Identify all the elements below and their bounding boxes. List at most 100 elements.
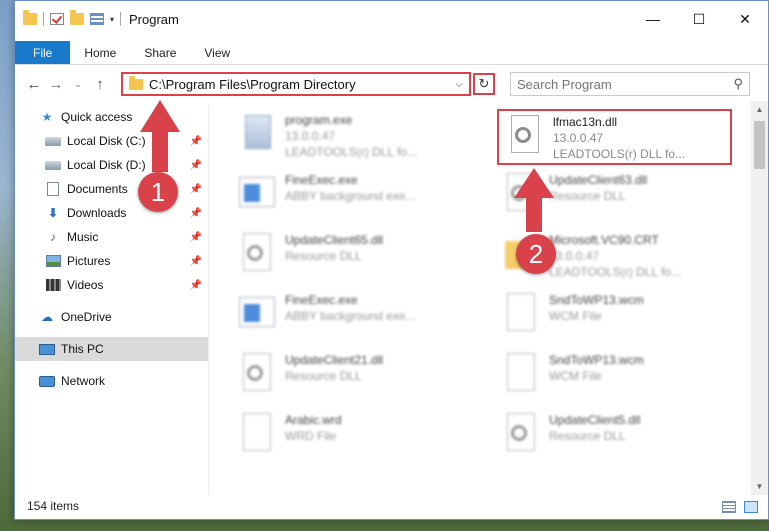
disk-icon — [45, 134, 61, 148]
search-box[interactable]: ⚲ — [510, 72, 750, 96]
file-name: Microsoft.VC90.CRT — [549, 233, 659, 247]
sidebar-item-label: Quick access — [61, 110, 133, 124]
details-view-icon[interactable] — [722, 501, 736, 513]
file-item[interactable]: UpdateClient63.dll Resource DLL — [495, 167, 735, 223]
sidebar-item-pictures[interactable]: Pictures 📌 — [15, 249, 208, 273]
cloud-icon: ☁ — [41, 310, 53, 324]
file-item[interactable]: Arabic.wrd WRD File — [231, 407, 471, 463]
explorer-window: ▾ Program — ☐ ✕ File Home Share View ← →… — [14, 0, 769, 520]
chevron-down-icon[interactable]: ⌵ — [455, 79, 463, 90]
search-icon[interactable]: ⚲ — [733, 76, 743, 92]
sidebar-item-label: Videos — [67, 278, 104, 292]
file-name: program.exe — [285, 113, 353, 127]
generic-file-icon — [501, 351, 541, 397]
search-input[interactable] — [517, 74, 717, 94]
pin-icon[interactable]: 📌 — [190, 256, 202, 267]
sidebar-item-local-disk-c[interactable]: Local Disk (C:) 📌 — [15, 129, 208, 153]
pin-icon[interactable]: 📌 — [190, 160, 202, 171]
separator — [120, 12, 122, 26]
file-item[interactable]: UpdateClient5.dll Resource DLL — [495, 407, 735, 463]
sidebar-item-local-disk-d[interactable]: Local Disk (D:) 📌 — [15, 153, 208, 177]
file-version: 13.0.0.47 — [553, 131, 604, 145]
file-item[interactable]: UpdateClient65.dll Resource DLL — [231, 227, 471, 283]
file-item[interactable]: UpdateClient21.dll Resource DLL — [231, 347, 471, 403]
file-item[interactable]: SndToWP13.wcm WCM File — [495, 347, 735, 403]
pin-icon[interactable]: 📌 — [190, 232, 202, 243]
application-icon — [237, 291, 277, 337]
file-name: UpdateClient65.dll — [285, 233, 384, 247]
address-bar[interactable]: C:\Program Files\Program Directory ⌵ — [121, 72, 471, 96]
sidebar-item-label: OneDrive — [61, 310, 112, 324]
folder-icon[interactable] — [23, 10, 37, 25]
tab-home[interactable]: Home — [70, 41, 130, 64]
address-path[interactable]: C:\Program Files\Program Directory — [149, 77, 356, 92]
vertical-scrollbar[interactable]: ▲ ▼ — [751, 101, 768, 495]
file-description: ABBY background exe... — [285, 189, 416, 203]
step-1-badge: 1 — [138, 172, 178, 212]
tab-file[interactable]: File — [15, 41, 71, 64]
file-item[interactable]: FineExec.exe ABBY background exe... — [231, 287, 471, 343]
maximize-button[interactable]: ☐ — [676, 1, 722, 37]
file-item-lfmac13n[interactable]: lfmac13n.dll 13.0.0.47 LEADTOOLS(r) DLL … — [499, 109, 739, 165]
pictures-icon — [45, 254, 61, 268]
file-description: Resource DLL — [549, 189, 626, 203]
pin-icon[interactable]: 📌 — [190, 136, 202, 147]
separator — [43, 12, 44, 26]
recent-dropdown-icon[interactable]: ⌄ — [67, 79, 89, 90]
file-name: UpdateClient5.dll — [549, 413, 641, 427]
sidebar-item-label: Local Disk (C:) — [67, 134, 146, 148]
file-description: WCM File — [549, 369, 602, 383]
tab-share[interactable]: Share — [130, 41, 190, 64]
sidebar-item-documents[interactable]: Documents 📌 — [15, 177, 208, 201]
scroll-thumb[interactable] — [754, 121, 765, 169]
music-icon: ♪ — [50, 230, 56, 244]
properties-icon[interactable] — [90, 13, 104, 25]
application-icon — [237, 171, 277, 217]
minimize-button[interactable]: — — [630, 1, 676, 37]
file-name: FineExec.exe — [285, 293, 358, 307]
pin-icon[interactable]: 📌 — [190, 280, 202, 291]
close-button[interactable]: ✕ — [722, 1, 768, 37]
star-icon: ★ — [41, 110, 53, 124]
dll-file-icon — [501, 411, 541, 457]
back-arrow-icon[interactable]: ← — [23, 76, 45, 93]
dll-file-icon — [237, 231, 277, 277]
sidebar-item-label: Downloads — [67, 206, 127, 220]
refresh-button[interactable]: ↻ — [473, 73, 495, 95]
step-2-badge: 2 — [516, 234, 556, 274]
dll-file-icon — [237, 351, 277, 397]
sidebar-item-quick-access[interactable]: ★ Quick access — [15, 105, 208, 129]
generic-file-icon — [237, 411, 277, 457]
customize-dropdown-icon[interactable]: ▾ — [110, 15, 114, 24]
network-icon — [39, 374, 55, 388]
file-item[interactable]: program.exe 13.0.0.47 LEADTOOLS(r) DLL f… — [231, 107, 471, 163]
disk-icon — [45, 158, 61, 172]
sidebar-item-videos[interactable]: Videos 📌 — [15, 273, 208, 297]
sidebar-item-label: Local Disk (D:) — [67, 158, 146, 172]
sidebar-item-downloads[interactable]: ⬇ Downloads 📌 — [15, 201, 208, 225]
sidebar-item-music[interactable]: ♪ Music 📌 — [15, 225, 208, 249]
pin-icon[interactable]: 📌 — [190, 208, 202, 219]
sidebar-item-this-pc[interactable]: This PC — [15, 337, 208, 361]
file-item[interactable]: SndToWP13.wcm WCM File — [495, 287, 735, 343]
scroll-up-icon[interactable]: ▲ — [751, 101, 768, 118]
sidebar-item-network[interactable]: Network — [15, 369, 208, 393]
tiles-view-icon[interactable] — [744, 501, 758, 513]
exe-file-icon — [237, 111, 277, 157]
sidebar-item-onedrive[interactable]: ☁ OneDrive — [15, 305, 208, 329]
quick-access-toolbar: ▾ — [15, 10, 122, 26]
up-arrow-icon[interactable]: ↑ — [89, 76, 111, 93]
status-bar: 154 items — [15, 493, 768, 519]
file-list: program.exe 13.0.0.47 LEADTOOLS(r) DLL f… — [209, 101, 747, 495]
sidebar-item-label: Network — [61, 374, 106, 388]
pin-icon[interactable]: 📌 — [190, 184, 202, 195]
file-name: UpdateClient63.dll — [549, 173, 648, 187]
navigation-pane: ★ Quick access Local Disk (C:) 📌 Local D… — [15, 105, 208, 495]
forward-arrow-icon[interactable]: → — [45, 76, 67, 93]
new-folder-icon[interactable] — [70, 10, 84, 25]
properties-check-icon[interactable] — [50, 13, 64, 25]
sidebar-item-label: Pictures — [67, 254, 111, 268]
file-item[interactable]: FineExec.exe ABBY background exe... — [231, 167, 471, 223]
tab-view[interactable]: View — [190, 41, 244, 64]
